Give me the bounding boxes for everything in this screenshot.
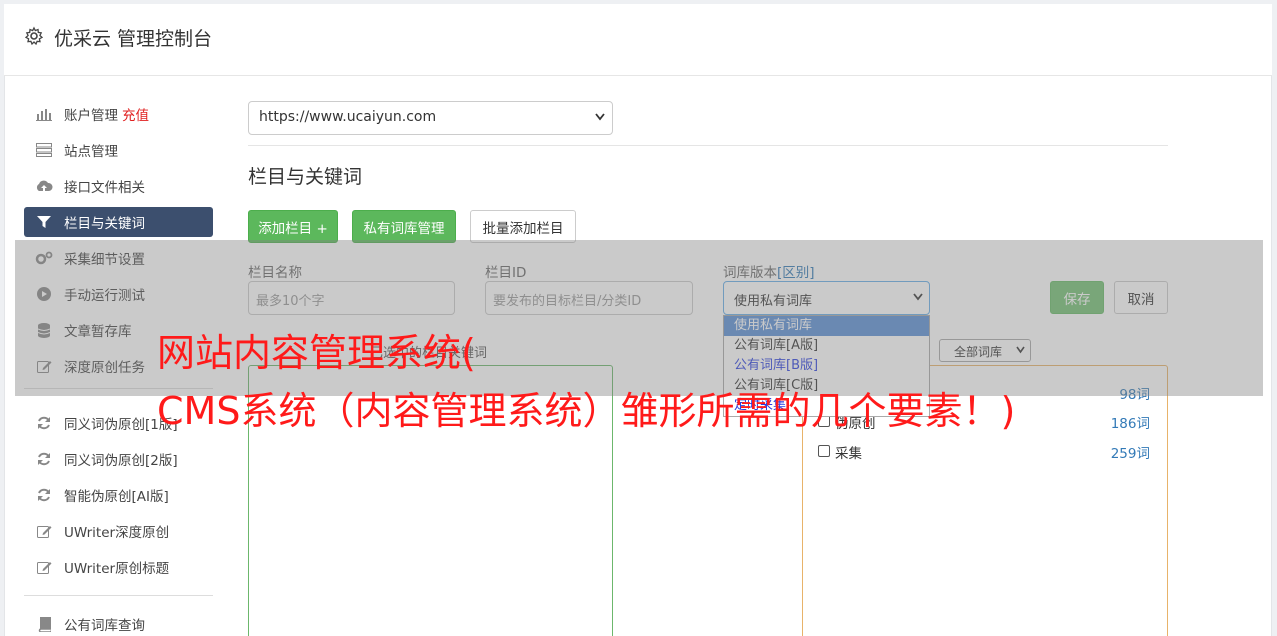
book-icon — [35, 615, 53, 633]
batch-add-button[interactable]: 批量添加栏目 — [470, 210, 576, 243]
edit-icon — [35, 522, 53, 540]
sidebar-divider — [24, 595, 213, 596]
page-title: 优采云 管理控制台 — [54, 28, 213, 50]
list-item[interactable]: 采集 259词 — [818, 442, 1150, 462]
edit-icon — [35, 558, 53, 576]
private-lib-button[interactable]: 私有词库管理 — [352, 210, 456, 243]
recharge-link[interactable]: 充值 — [122, 104, 149, 124]
sidebar-item-ai-original[interactable]: 智能伪原创[AI版] — [24, 480, 213, 510]
cloud-upload-icon — [35, 177, 53, 195]
sidebar-item-label: 同义词伪原创[2版] — [64, 453, 178, 469]
sidebar-item-label: 站点管理 — [64, 144, 118, 160]
add-column-button[interactable]: 添加栏目 + — [248, 210, 338, 243]
sidebar-item-uwriter-title[interactable]: UWriter原创标题 — [24, 552, 213, 582]
sidebar-item-label: UWriter原创标题 — [64, 561, 170, 577]
refresh-icon — [35, 414, 53, 432]
sidebar-item-label: 公有词库查询 — [64, 618, 145, 634]
refresh-icon — [35, 486, 53, 504]
section-title: 栏目与关键词 — [248, 166, 363, 188]
gear-icon — [24, 26, 44, 46]
library-count: 259词 — [1110, 446, 1150, 462]
sidebar-item-label: 智能伪原创[AI版] — [64, 489, 169, 505]
sidebar-item-interface[interactable]: 接口文件相关 — [24, 171, 213, 201]
sidebar-item-sites[interactable]: 站点管理 — [24, 135, 213, 165]
divider — [248, 145, 1168, 146]
server-icon — [35, 141, 53, 159]
bar-chart-icon — [35, 105, 53, 123]
sidebar-item-uwriter-deep[interactable]: UWriter深度原创 — [24, 516, 213, 546]
sidebar-item-label: UWriter深度原创 — [64, 525, 170, 541]
sidebar-item-label: 账户管理 — [64, 108, 118, 124]
article-title-line1: 网站内容管理系统( — [157, 331, 476, 375]
page-header: 优采云 管理控制台 — [4, 4, 1272, 76]
site-select[interactable]: https://www.ucaiyun.com — [248, 101, 613, 135]
filter-icon — [35, 213, 53, 231]
sidebar-item-synonym-v2[interactable]: 同义词伪原创[2版] — [24, 444, 213, 474]
refresh-icon — [35, 450, 53, 468]
checkbox[interactable] — [818, 445, 830, 457]
article-title: 网站内容管理系统( CMS系统（内容管理系统）雏形所需的几个要素！) — [157, 324, 1157, 440]
sidebar-item-account[interactable]: 账户管理 充值 — [24, 99, 213, 129]
sidebar-item-label: 接口文件相关 — [64, 180, 145, 196]
library-name: 采集 — [835, 446, 862, 462]
sidebar-item-public-lib[interactable]: 公有词库查询 — [24, 609, 213, 636]
article-title-line2: CMS系统（内容管理系统）雏形所需的几个要素！) — [157, 389, 1016, 433]
site-select-value: https://www.ucaiyun.com — [259, 109, 437, 125]
sidebar-item-label: 栏目与关键词 — [64, 216, 145, 232]
chevron-down-icon — [595, 111, 605, 127]
sidebar-item-columns[interactable]: 栏目与关键词 — [24, 207, 213, 237]
